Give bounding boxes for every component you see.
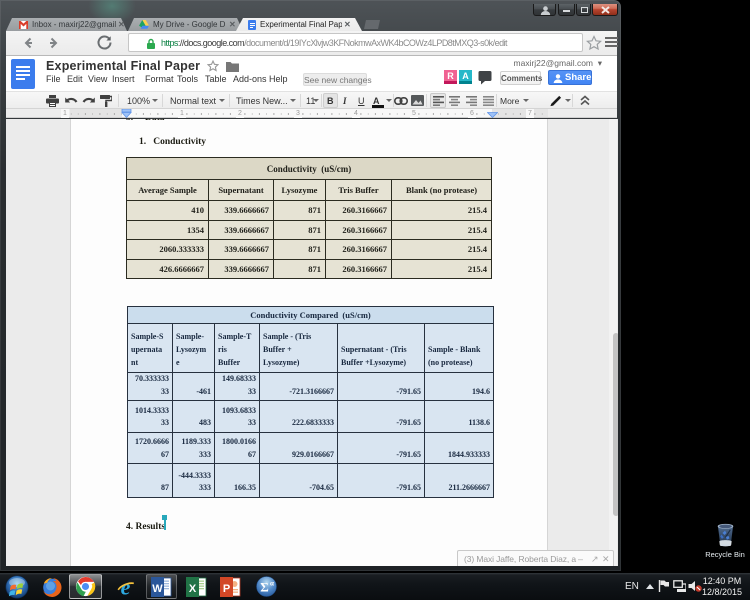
svg-text:X: X — [189, 583, 197, 595]
svg-text:P: P — [223, 583, 230, 595]
svg-text:α: α — [270, 580, 274, 588]
svg-text:W: W — [152, 583, 163, 595]
svg-text:Σ: Σ — [260, 580, 269, 595]
